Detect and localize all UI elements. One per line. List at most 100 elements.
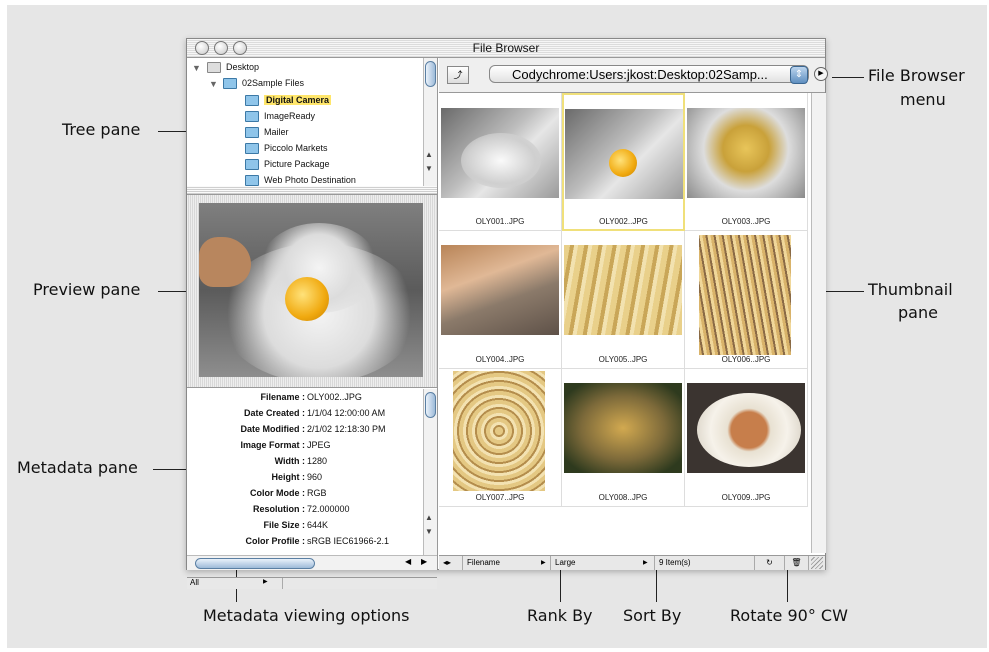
thumbnail-caption: OLY008..JPG [598, 493, 648, 502]
scroll-thumb[interactable] [195, 558, 315, 569]
thumbnail-image [687, 383, 805, 473]
folder-icon [245, 127, 259, 139]
hand-shape [199, 237, 251, 287]
metadata-horizontal-scrollbar[interactable]: ◀ ▶ [187, 555, 437, 570]
thumbnail-item[interactable]: OLY007..JPG [439, 369, 562, 507]
thumbnail-caption: OLY009..JPG [721, 493, 771, 502]
rank-by-label: Filename [467, 558, 500, 567]
folder-icon [207, 62, 221, 74]
disclosure-triangle-icon[interactable]: ▼ [192, 63, 201, 73]
tree-item[interactable]: Mailer [245, 127, 289, 139]
thumbnail-image [564, 383, 682, 473]
scroll-up-arrow-icon[interactable]: ▲ [425, 150, 433, 159]
rotate-button[interactable]: ↻ [755, 556, 785, 570]
tree-pane: ▼ Desktop ▼ 02Sample Files Digital Camer… [187, 58, 437, 187]
folder-icon [245, 159, 259, 171]
scroll-right-arrow-icon[interactable]: ▶ [421, 557, 427, 566]
thumbnail-item[interactable]: OLY003..JPG [685, 93, 808, 231]
rotate-cw-icon: ↻ [766, 558, 773, 567]
file-browser-window: File Browser ▼ Desktop ▼ 02Sample Files … [186, 38, 828, 589]
title-bar[interactable]: File Browser [187, 39, 825, 58]
callout-line [787, 570, 788, 602]
resize-grip-icon[interactable] [811, 557, 823, 569]
expand-collapse-button[interactable]: ◂▸ [439, 556, 463, 570]
scroll-thumb[interactable] [425, 392, 436, 418]
scroll-left-arrow-icon[interactable]: ◀ [405, 557, 411, 566]
tree-item[interactable]: Picture Package [245, 159, 330, 171]
callout-line [656, 570, 657, 602]
flour-shape [461, 133, 541, 188]
trash-icon: 🗑 [791, 558, 802, 567]
callout-preview-pane: Preview pane [33, 280, 141, 299]
up-folder-icon: ⤴ [453, 70, 463, 80]
menu-arrow-icon: ▶ [541, 560, 546, 566]
thumbnail-item[interactable]: OLY009..JPG [685, 369, 808, 507]
tree-item[interactable]: Desktop [207, 62, 259, 74]
scroll-thumb[interactable] [425, 61, 436, 87]
thumbnail-item-selected[interactable]: OLY002..JPG [562, 93, 685, 231]
callout-thumbnail-pane: Thumbnail [868, 280, 953, 299]
thumbnail-caption: OLY003..JPG [721, 217, 771, 226]
metadata-scrollbar[interactable]: ▲ ▼ [423, 389, 437, 555]
thumbnail-image [565, 109, 683, 199]
callout-line [832, 77, 864, 78]
thumbnail-caption: OLY002..JPG [599, 217, 648, 226]
sort-by-label: Large [555, 558, 576, 567]
thumbnail-image [687, 108, 805, 198]
tree-item[interactable]: ImageReady [245, 111, 315, 123]
delete-button[interactable]: 🗑 [785, 556, 809, 570]
scroll-up-arrow-icon[interactable]: ▲ [425, 513, 433, 522]
disclosure-triangle-icon[interactable]: ▼ [209, 79, 218, 89]
thumbnail-image [441, 108, 559, 198]
file-browser-menu-button[interactable]: ▶ [814, 67, 828, 81]
thumbnail-item[interactable]: OLY001..JPG [439, 93, 562, 231]
sort-by-menu[interactable]: Large ▶ [551, 556, 655, 570]
callout-sort-by: Sort By [623, 606, 682, 625]
thumbnail-item[interactable]: OLY006..JPG [685, 231, 808, 369]
thumbnail-image [441, 245, 559, 335]
menu-arrow-icon: ▶ [263, 579, 268, 585]
preview-pane [187, 195, 437, 388]
scroll-down-arrow-icon[interactable]: ▼ [425, 164, 433, 173]
item-count: 9 Item(s) [655, 556, 755, 570]
callout-rotate: Rotate 90° CW [730, 606, 848, 625]
tree-item[interactable]: 02Sample Files [223, 78, 304, 90]
thumbnail-item[interactable]: OLY004..JPG [439, 231, 562, 369]
thumbnail-image [699, 235, 791, 355]
callout-thumbnail-pane-2: pane [898, 303, 938, 322]
left-column: ▼ Desktop ▼ 02Sample Files Digital Camer… [187, 58, 438, 589]
metadata-view-label: All [190, 578, 199, 587]
thumbnail-caption: OLY006..JPG [721, 355, 771, 364]
callout-tree-pane: Tree pane [62, 120, 141, 139]
tree-item-selected[interactable]: Digital Camera [245, 95, 332, 107]
up-folder-button[interactable]: ⤴ [447, 66, 469, 84]
metadata-view-menu[interactable]: All ▶ [187, 578, 283, 589]
path-popup-arrows-icon[interactable]: ⇕ [790, 66, 808, 84]
callout-file-browser-menu: File Browser [868, 66, 965, 85]
preview-image [199, 203, 423, 377]
callout-line [560, 570, 561, 602]
callout-file-browser-menu-2: menu [900, 90, 946, 109]
thumbnail-caption: OLY005..JPG [598, 355, 648, 364]
scroll-down-arrow-icon[interactable]: ▼ [425, 527, 433, 536]
rank-by-menu[interactable]: Filename ▶ [463, 556, 551, 570]
path-popup[interactable]: Codychrome:Users:jkost:Desktop:02Samp... [489, 65, 809, 83]
tree-scrollbar[interactable]: ▲ ▼ [423, 58, 437, 186]
plate-shape [697, 393, 801, 467]
thumbnail-item[interactable]: OLY008..JPG [562, 369, 685, 507]
thumbnail-caption: OLY004..JPG [475, 355, 525, 364]
tree-item[interactable]: Web Photo Destination [245, 175, 356, 186]
egg-yolk-shape [285, 277, 329, 321]
thumbnail-pane: OLY001..JPG OLY002..JPG OLY003..JPG OLY0… [439, 93, 811, 553]
tree-item[interactable]: Piccolo Markets [245, 143, 328, 155]
pane-splitter[interactable] [187, 186, 437, 195]
right-column: ⤴ Codychrome:Users:jkost:Desktop:02Samp.… [439, 58, 828, 570]
thumbnail-scrollbar[interactable] [811, 93, 826, 553]
callout-metadata-pane: Metadata pane [17, 458, 138, 477]
thumbnail-item[interactable]: OLY005..JPG [562, 231, 685, 369]
egg-yolk-shape [609, 149, 637, 177]
metadata-pane: Filename : OLY002..JPG Date Created :1/1/… [187, 389, 437, 555]
folder-icon [223, 78, 237, 90]
thumbnail-image [564, 245, 682, 335]
callout-metadata-viewing-options: Metadata viewing options [203, 606, 410, 625]
